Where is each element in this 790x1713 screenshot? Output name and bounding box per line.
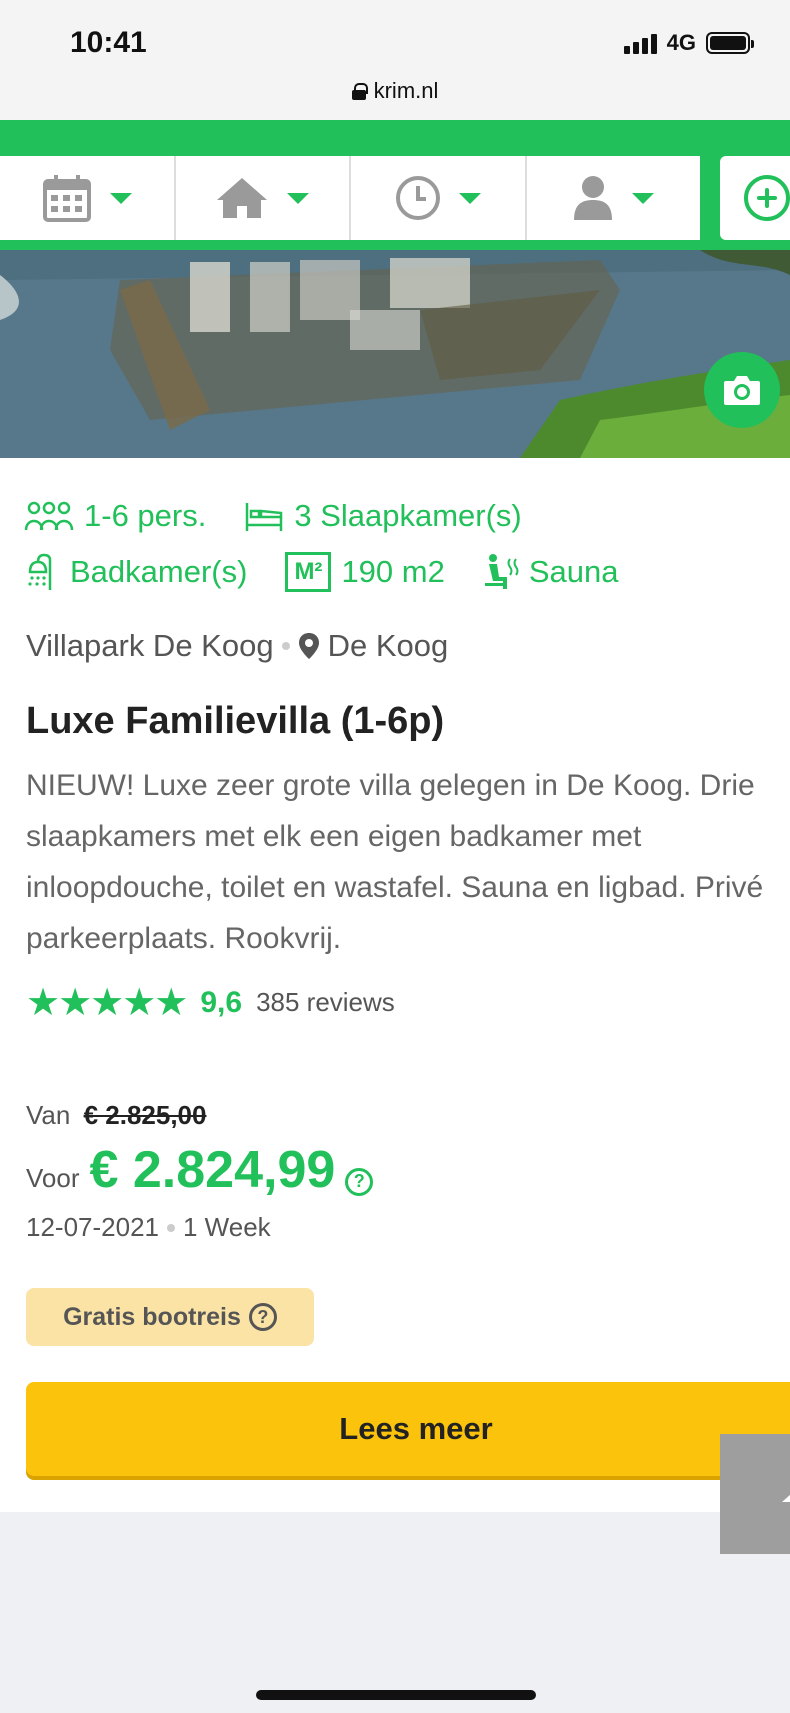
feature-row: 1-6 pers. 3 Slaapkamer(s)	[24, 488, 784, 544]
free-boat-badge[interactable]: Gratis bootreis ?	[26, 1288, 314, 1346]
rating-score: 9,6	[200, 985, 243, 1019]
battery-icon	[706, 32, 754, 54]
camera-icon	[724, 376, 760, 405]
network-type: 4G	[666, 30, 696, 55]
feature-sauna: Sauna	[483, 553, 619, 591]
filter-bar	[0, 120, 790, 250]
star-rating-icon: ★★★★★	[26, 982, 188, 1024]
filter-accommodation[interactable]	[176, 156, 351, 240]
chevron-down-icon	[458, 192, 481, 204]
filter-date[interactable]	[0, 156, 176, 240]
park-name: Villapark De Koog	[26, 628, 274, 663]
home-indicator[interactable]	[256, 1690, 536, 1700]
price-line: Voor € 2.824,99 ?	[26, 1140, 374, 1200]
bedrooms-label: 3 Slaapkamer(s)	[294, 498, 522, 533]
chevron-up-icon	[782, 1486, 790, 1502]
group-icon	[24, 501, 74, 531]
shower-icon	[28, 553, 52, 590]
feature-bathrooms: Badkamer(s)	[24, 552, 247, 592]
status-indicators: 4G	[623, 30, 754, 56]
old-price: € 2.825,00	[83, 1100, 207, 1130]
stay-period: 12-07-2021 1 Week	[26, 1212, 271, 1243]
feature-row: Badkamer(s) M² 190 m2 Sauna	[24, 544, 784, 600]
feature-area: M² 190 m2	[285, 552, 445, 592]
rating: ★★★★★ 9,6 385 reviews	[26, 980, 395, 1025]
badge-help-icon[interactable]: ?	[248, 1303, 277, 1331]
town-name: De Koog	[327, 628, 449, 663]
chevron-down-icon	[632, 192, 655, 204]
listing-description: NIEUW! Luxe zeer grote villa gelegen in …	[26, 769, 764, 955]
filter-group	[0, 156, 700, 240]
separator-dot	[167, 1223, 175, 1232]
persons-label: 1-6 pers.	[84, 498, 207, 533]
house-icon	[217, 178, 268, 218]
clock-icon	[395, 176, 440, 220]
sauna-label: Sauna	[528, 554, 619, 589]
url-bar[interactable]: krim.nl	[0, 78, 790, 104]
filter-persons[interactable]	[527, 156, 701, 240]
van-label: Van	[26, 1100, 71, 1130]
sauna-icon	[484, 554, 519, 589]
feature-bedrooms: 3 Slaapkamer(s)	[244, 498, 522, 534]
badge-label: Gratis bootreis	[63, 1302, 241, 1331]
villa-reflection-image	[0, 250, 790, 458]
old-price-line: Van € 2.825,00	[26, 1100, 206, 1131]
person-icon	[574, 176, 613, 220]
voor-label: Voor	[26, 1163, 80, 1193]
chevron-down-icon	[109, 192, 132, 204]
arrival-date: 12-07-2021	[26, 1212, 159, 1242]
feature-list: 1-6 pers. 3 Slaapkamer(s) Badkamer(s) M²	[24, 488, 784, 600]
status-time: 10:41	[70, 26, 147, 59]
review-count[interactable]: 385 reviews	[256, 987, 395, 1018]
current-price: € 2.824,99	[89, 1141, 336, 1199]
area-m2-icon: M²	[285, 552, 332, 592]
lock-icon	[351, 83, 368, 100]
feature-persons: 1-6 pers.	[24, 498, 206, 534]
price-help-icon[interactable]: ?	[345, 1167, 374, 1196]
read-more-button[interactable]: Lees meer	[26, 1382, 790, 1476]
add-filter-button[interactable]	[720, 156, 790, 240]
url-text: krim.nl	[373, 78, 439, 103]
calendar-icon	[42, 175, 91, 222]
map-pin-icon	[298, 633, 319, 659]
status-bar: 10:41 4G krim.nl	[0, 0, 790, 120]
chevron-down-icon	[287, 192, 310, 204]
plus-circle-icon	[744, 175, 790, 221]
bathrooms-label: Badkamer(s)	[70, 554, 248, 589]
listing-photo[interactable]	[0, 250, 790, 458]
filter-duration[interactable]	[351, 156, 527, 240]
scroll-to-top-button[interactable]	[720, 1434, 790, 1554]
listing-location: Villapark De Koog De Koog	[26, 628, 448, 664]
separator-dot	[281, 642, 290, 650]
page-footer-area	[0, 1512, 790, 1713]
bed-icon	[246, 503, 283, 531]
signal-icon	[623, 32, 657, 54]
area-label: 190 m2	[341, 554, 445, 589]
listing-title[interactable]: Luxe Familievilla (1-6p)	[26, 700, 444, 743]
stay-duration: 1 Week	[183, 1212, 271, 1242]
photos-button[interactable]	[704, 352, 780, 428]
